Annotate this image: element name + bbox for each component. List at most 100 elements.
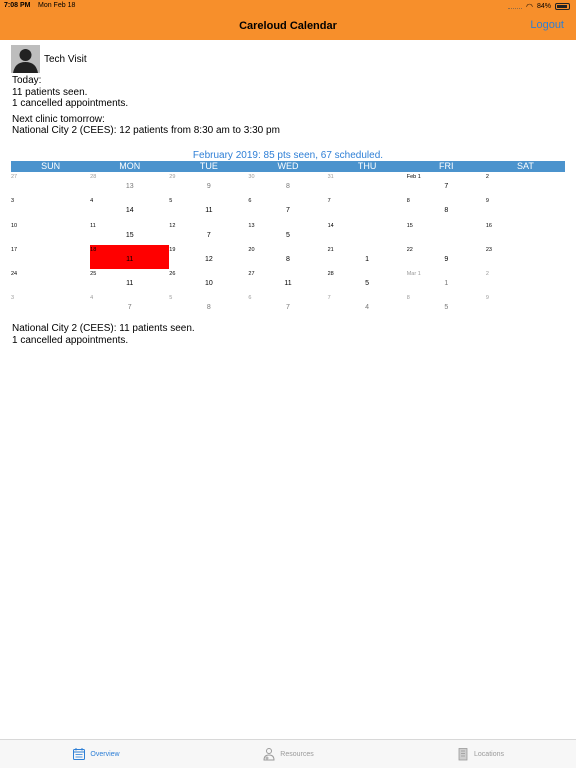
today-label: Today: bbox=[12, 75, 42, 86]
calendar-day-cell[interactable]: 30 8 bbox=[248, 172, 327, 196]
calendar-day-cell[interactable]: 3 bbox=[11, 293, 90, 317]
calendar-day-cell[interactable]: 26 10 bbox=[169, 269, 248, 293]
calendar-day-cell[interactable]: 27 11 bbox=[248, 269, 327, 293]
weekday-sat: SAT bbox=[516, 161, 534, 171]
calendar-day-cell[interactable]: 28 5 bbox=[328, 269, 407, 293]
calendar-date-label: 22 bbox=[406, 246, 413, 253]
navigation-bar: 7:08 PM Mon Feb 18 ◠ 84% Careloud Calend… bbox=[0, 0, 576, 40]
calendar-day-cell[interactable]: 19 12 bbox=[169, 245, 248, 269]
calendar-date-label: 11 bbox=[90, 222, 96, 229]
calendar-patient-count: 14 bbox=[125, 207, 134, 215]
calendar-patient-count: 11 bbox=[126, 255, 134, 263]
calendar-patient-count: 7 bbox=[286, 304, 290, 312]
calendar-date-label: 26 bbox=[169, 271, 176, 278]
calendar-icon bbox=[73, 748, 86, 760]
calendar-day-cell[interactable]: 85 bbox=[407, 293, 486, 317]
calendar-date-label: 14 bbox=[327, 222, 334, 229]
person-silhouette-icon bbox=[11, 45, 40, 73]
calendar-day-cell[interactable]: Mar 1 1 bbox=[407, 269, 486, 293]
battery-icon bbox=[555, 3, 570, 10]
calendar-patient-count: 5 bbox=[365, 280, 370, 288]
calendar-patient-count: 8 bbox=[444, 207, 449, 215]
calendar-day-cell[interactable]: 11 15 bbox=[90, 221, 169, 245]
tab-overview[interactable]: Overview bbox=[0, 740, 192, 768]
calendar-date-label: 23 bbox=[485, 246, 492, 253]
calendar-day-cell[interactable]: 74 bbox=[328, 293, 407, 317]
calendar-day-cell[interactable]: 20 8 bbox=[248, 245, 327, 269]
calendar-day-cell[interactable]: 22 9 bbox=[407, 245, 486, 269]
weekday-thu: THU bbox=[357, 161, 377, 171]
calendar-day-cell[interactable]: 2 bbox=[486, 172, 565, 196]
calendar-day-cell[interactable]: 21 1 bbox=[328, 245, 407, 269]
calendar-patient-count: 7 bbox=[286, 207, 290, 215]
calendar-day-cell[interactable]: 67 bbox=[248, 196, 327, 220]
weekday-mon: MON bbox=[119, 161, 141, 171]
calendar-day-cell[interactable]: 67 bbox=[248, 293, 327, 317]
selected-day-cancelled: 1 cancelled appointments. bbox=[12, 334, 129, 346]
calendar-date-label: 2 bbox=[485, 271, 489, 278]
calendar-patient-count: 11 bbox=[126, 280, 134, 288]
calendar-day-cell[interactable]: 13 5 bbox=[248, 221, 327, 245]
weekday-header: SUN MON TUE WED THU FRI SAT bbox=[11, 161, 565, 172]
calendar-day-cell[interactable]: 28 13 bbox=[90, 172, 169, 196]
calendar-day-cell[interactable]: 16 bbox=[486, 221, 565, 245]
calendar-date-label: 8 bbox=[406, 295, 410, 302]
calendar-date-label: 3 bbox=[11, 295, 15, 302]
calendar-day-cell[interactable]: 9 bbox=[486, 293, 565, 317]
calendar-date-label: 4 bbox=[90, 198, 94, 205]
calendar-day-cell[interactable]: 5 11 bbox=[169, 196, 248, 220]
calendar-date-label: 7 bbox=[327, 198, 331, 205]
calendar-day-cell[interactable]: 29 9 bbox=[169, 172, 248, 196]
calendar-day-cell[interactable]: Feb 1 7 bbox=[407, 172, 486, 196]
calendar-day-cell[interactable]: 27 bbox=[11, 172, 90, 196]
calendar-day-cell[interactable]: 9 bbox=[486, 196, 565, 220]
calendar-date-label: 27 bbox=[248, 271, 255, 278]
calendar-day-cell[interactable]: 12 7 bbox=[169, 221, 248, 245]
calendar-date-label: 9 bbox=[485, 198, 489, 205]
calendar-day-cell[interactable]: 7 bbox=[328, 196, 407, 220]
calendar-day-cell[interactable]: 25 11 bbox=[90, 269, 169, 293]
tab-locations[interactable]: Locations bbox=[384, 740, 576, 768]
page-title: Careloud Calendar bbox=[239, 20, 337, 32]
weekday-tue: TUE bbox=[199, 161, 218, 171]
calendar-day-cell[interactable]: 10 bbox=[11, 221, 90, 245]
doctor-icon bbox=[263, 748, 275, 761]
calendar-date-label: 18 bbox=[90, 246, 97, 253]
calendar-day-cell[interactable]: 31 bbox=[328, 172, 407, 196]
tab-resources[interactable]: Resources bbox=[192, 740, 384, 768]
calendar-day-cell[interactable]: 24 bbox=[11, 269, 90, 293]
calendar-patient-count: 8 bbox=[286, 255, 290, 263]
calendar-day-cell-selected[interactable]: 18 11 bbox=[90, 244, 170, 270]
today-summary: Today: 11 patients seen. 1 cancelled app… bbox=[12, 75, 280, 137]
calendar-date-label: 17 bbox=[11, 246, 18, 253]
calendar-day-cell[interactable]: 58 bbox=[169, 293, 248, 317]
calendar-week-row: 347586774859 bbox=[11, 293, 565, 317]
visit-label: Tech Visit bbox=[44, 54, 87, 65]
calendar-patient-count: 11 bbox=[205, 207, 213, 215]
calendar-day-cell[interactable]: 3 bbox=[11, 196, 90, 220]
calendar-patient-count: 4 bbox=[365, 304, 370, 312]
calendar-day-cell[interactable]: 2 bbox=[486, 269, 565, 293]
calendar-day-cell[interactable]: 4 14 bbox=[90, 196, 169, 220]
calendar-week-row: 3 4 14 5 11 6 7 7 8 8 9 bbox=[11, 196, 565, 220]
calendar-date-label: 28 bbox=[327, 271, 334, 278]
weekday-sun: SUN bbox=[41, 161, 61, 171]
calendar-patient-count: 9 bbox=[444, 255, 449, 263]
weekday-wed: WED bbox=[277, 161, 299, 171]
calendar-patient-count: 7 bbox=[444, 183, 449, 190]
calendar-date-label: 29 bbox=[169, 174, 176, 180]
calendar-day-cell[interactable]: 15 bbox=[407, 221, 486, 245]
calendar-date-label: 2 bbox=[485, 174, 489, 180]
avatar bbox=[11, 45, 40, 73]
calendar-day-cell[interactable]: 17 bbox=[11, 245, 90, 269]
logout-button[interactable]: Logout bbox=[530, 19, 564, 31]
calendar-day-cell[interactable]: 14 bbox=[328, 221, 407, 245]
calendar-patient-count: 10 bbox=[204, 280, 213, 288]
tab-resources-label: Resources bbox=[280, 750, 314, 758]
calendar-day-cell[interactable]: 88 bbox=[407, 196, 486, 220]
status-date: Mon Feb 18 bbox=[38, 2, 76, 9]
calendar-day-cell[interactable]: 47 bbox=[90, 293, 169, 317]
calendar-day-cell[interactable]: 23 bbox=[486, 245, 565, 269]
calendar-date-label: Feb 1 bbox=[406, 174, 421, 180]
cancelled-appointments: 1 cancelled appointments. bbox=[12, 98, 129, 109]
